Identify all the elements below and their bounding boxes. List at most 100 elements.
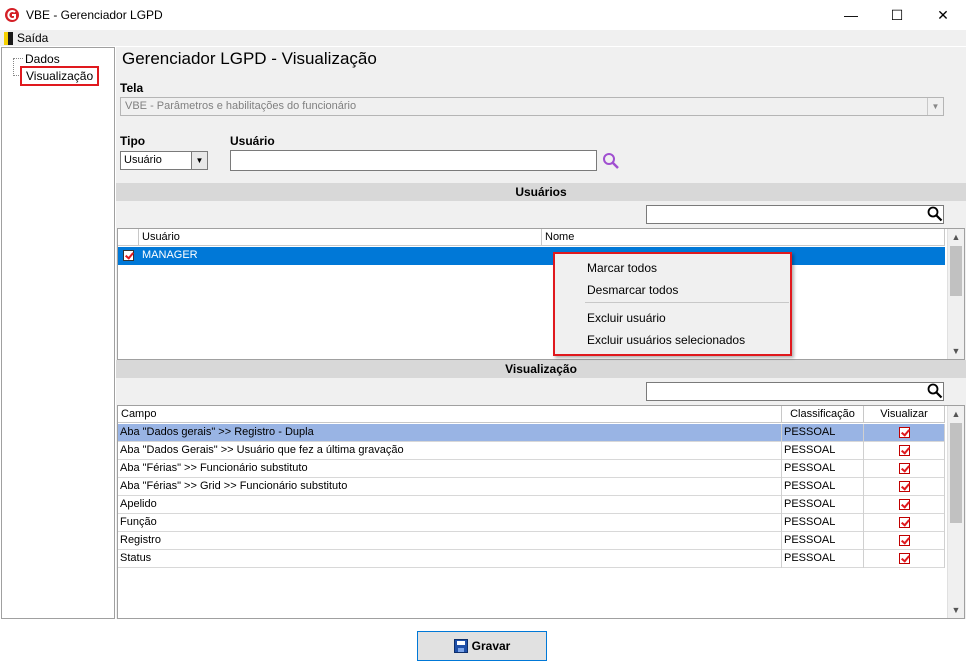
- scroll-down-icon[interactable]: ▼: [948, 602, 964, 618]
- menu-item-desmarcar-todos[interactable]: Desmarcar todos: [587, 283, 678, 297]
- visualizar-checkbox[interactable]: [899, 499, 910, 510]
- cell-visualizar: [864, 478, 945, 496]
- scroll-thumb[interactable]: [950, 423, 962, 523]
- cell-classificacao: PESSOAL: [782, 442, 864, 460]
- table-row[interactable]: Aba "Dados gerais" >> Registro - Dupla PE…: [118, 424, 945, 442]
- column-header-classificacao[interactable]: Classificação: [782, 406, 864, 423]
- users-scrollbar[interactable]: ▲ ▼: [947, 229, 964, 359]
- save-button-label: Gravar: [471, 639, 511, 653]
- vis-scrollbar[interactable]: ▲ ▼: [947, 406, 964, 618]
- usuario-label: Usuário: [230, 134, 275, 148]
- tree-connector: [13, 75, 19, 76]
- main-panel: Gerenciador LGPD - Visualização Tela VBE…: [116, 47, 966, 619]
- table-row[interactable]: Status PESSOAL: [118, 550, 945, 568]
- table-row[interactable]: Apelido PESSOAL: [118, 496, 945, 514]
- exit-door-icon: [4, 31, 13, 45]
- cell-visualizar: [864, 532, 945, 550]
- menu-separator: [585, 302, 789, 303]
- vis-section-header: Visualização: [116, 360, 966, 378]
- cell-campo: Função: [118, 514, 782, 532]
- visualizacao-grid: Campo Classificação Visualizar Aba "Dado…: [117, 405, 965, 619]
- page-title: Gerenciador LGPD - Visualização: [122, 49, 377, 68]
- app-logo-icon: [5, 8, 19, 22]
- table-row[interactable]: Função PESSOAL: [118, 514, 945, 532]
- minimize-button[interactable]: —: [828, 0, 874, 30]
- window-title: VBE - Gerenciador LGPD: [26, 8, 163, 22]
- scroll-down-icon[interactable]: ▼: [948, 343, 964, 359]
- vis-filter-input[interactable]: [646, 382, 944, 401]
- cell-visualizar: [864, 442, 945, 460]
- menu-item-excluir-usuario[interactable]: Excluir usuário: [587, 311, 666, 325]
- table-row[interactable]: Aba "Férias" >> Grid >> Funcionário subs…: [118, 478, 945, 496]
- cell-campo: Apelido: [118, 496, 782, 514]
- cell-classificacao: PESSOAL: [782, 514, 864, 532]
- menu-item-marcar-todos[interactable]: Marcar todos: [587, 261, 657, 275]
- row-checkbox[interactable]: [123, 250, 134, 261]
- users-section-header: Usuários: [116, 183, 966, 201]
- cell-campo: Aba "Dados Gerais" >> Usuário que fez a …: [118, 442, 782, 460]
- cell-visualizar: [864, 550, 945, 568]
- cell-classificacao: PESSOAL: [782, 460, 864, 478]
- table-row[interactable]: MANAGER: [118, 247, 945, 265]
- tipo-select-value: Usuário: [124, 154, 162, 166]
- menu-item-excluir-selecionados[interactable]: Excluir usuários selecionados: [587, 333, 745, 347]
- cell-campo: Aba "Férias" >> Grid >> Funcionário subs…: [118, 478, 782, 496]
- visualizar-checkbox[interactable]: [899, 463, 910, 474]
- tree-connector: [13, 58, 23, 59]
- scroll-up-icon[interactable]: ▲: [948, 406, 964, 422]
- tela-select[interactable]: VBE - Parâmetros e habilitações do funci…: [120, 97, 944, 116]
- table-row[interactable]: Registro PESSOAL: [118, 532, 945, 550]
- save-button[interactable]: Gravar: [417, 631, 547, 661]
- visualizar-checkbox[interactable]: [899, 481, 910, 492]
- context-menu: Marcar todos Desmarcar todos Excluir usu…: [553, 252, 792, 356]
- tipo-label: Tipo: [120, 134, 146, 148]
- cell-classificacao: PESSOAL: [782, 496, 864, 514]
- column-header-nome[interactable]: Nome: [542, 229, 945, 246]
- visualizar-checkbox[interactable]: [899, 445, 910, 456]
- column-header-usuario[interactable]: Usuário: [139, 229, 542, 246]
- cell-visualizar: [864, 514, 945, 532]
- cell-campo: Aba "Dados gerais" >> Registro - Dupla: [118, 424, 782, 442]
- tela-select-value: VBE - Parâmetros e habilitações do funci…: [125, 100, 357, 112]
- table-row[interactable]: Aba "Dados Gerais" >> Usuário que fez a …: [118, 442, 945, 460]
- table-row[interactable]: Aba "Férias" >> Funcionário substituto PE…: [118, 460, 945, 478]
- close-button[interactable]: ✕: [920, 0, 966, 30]
- cell-classificacao: PESSOAL: [782, 532, 864, 550]
- cell-classificacao: PESSOAL: [782, 550, 864, 568]
- chevron-down-icon[interactable]: ▼: [927, 98, 943, 115]
- cell-campo: Aba "Férias" >> Funcionário substituto: [118, 460, 782, 478]
- cell-visualizar: [864, 460, 945, 478]
- search-icon[interactable]: [602, 152, 620, 170]
- tree-item-visualizacao[interactable]: Visualização: [20, 66, 100, 86]
- chevron-down-icon[interactable]: ▼: [191, 152, 207, 169]
- users-filter-input[interactable]: [646, 205, 944, 224]
- scroll-up-icon[interactable]: ▲: [948, 229, 964, 245]
- visualizar-checkbox[interactable]: [899, 517, 910, 528]
- visualizar-checkbox[interactable]: [899, 427, 910, 438]
- tree-item-dados[interactable]: Dados: [25, 52, 60, 66]
- cell-campo: Registro: [118, 532, 782, 550]
- visualizar-checkbox[interactable]: [899, 535, 910, 546]
- cell-campo: Status: [118, 550, 782, 568]
- cell-visualizar: [864, 496, 945, 514]
- tela-label: Tela: [120, 81, 144, 95]
- exit-menu-item[interactable]: Saída: [4, 31, 48, 45]
- search-icon[interactable]: [927, 206, 943, 222]
- maximize-button[interactable]: ☐: [874, 0, 920, 30]
- cell-usuario: MANAGER: [142, 249, 198, 261]
- visualizar-checkbox[interactable]: [899, 553, 910, 564]
- tree-connector: [13, 58, 14, 76]
- menu-bar: Saída: [0, 30, 966, 46]
- cell-classificacao: PESSOAL: [782, 478, 864, 496]
- column-header-visualizar[interactable]: Visualizar: [864, 406, 945, 423]
- search-icon[interactable]: [927, 383, 943, 399]
- navigation-tree: Dados Visualização: [1, 47, 115, 619]
- cell-classificacao: PESSOAL: [782, 424, 864, 442]
- column-header-campo[interactable]: Campo: [118, 406, 782, 423]
- tipo-select[interactable]: Usuário ▼: [120, 151, 208, 170]
- floppy-disk-icon: [453, 639, 468, 653]
- scroll-thumb[interactable]: [950, 246, 962, 296]
- title-bar: VBE - Gerenciador LGPD — ☐ ✕: [0, 0, 966, 30]
- usuario-input[interactable]: [230, 150, 597, 171]
- users-grid: Usuário Nome MANAGER ▲ ▼: [117, 228, 965, 360]
